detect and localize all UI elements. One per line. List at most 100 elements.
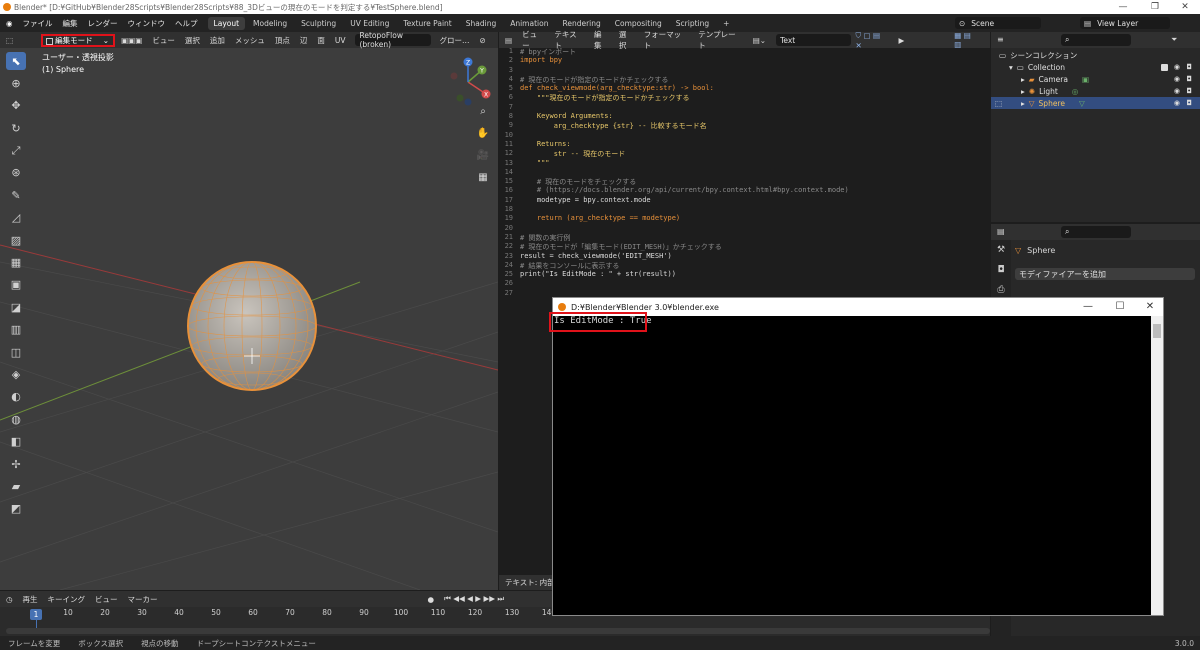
console-scrollbar[interactable] xyxy=(1151,316,1163,615)
viewport-menu-uv[interactable]: UV xyxy=(335,36,346,45)
outliner[interactable]: ≡ ⌕ ⏷ ▭ シーンコレクション ▾ ▭ Collection ◉ ◘ ▸ ▰… xyxy=(991,32,1200,222)
shear-tool-icon[interactable]: ▰ xyxy=(6,477,26,495)
select-box-tool-icon[interactable]: ⬉ xyxy=(6,52,26,70)
tool-tab-icon[interactable]: ⚒ xyxy=(991,240,1011,260)
viewport-menu-vertex[interactable]: 頂点 xyxy=(275,35,290,46)
add-cube-tool-icon[interactable]: ▨ xyxy=(6,231,26,249)
tab-animation[interactable]: Animation xyxy=(504,17,554,30)
code-area[interactable]: 1 # bpyインポート 2 import bpy 3 4 # 現在のモードが指定のモードか… xyxy=(499,47,990,298)
3d-viewport[interactable]: ⬚ 編集モード ⌄ ▣▣▣ ビュー 選択 追加 メッシュ 頂点 辺 面 UV R… xyxy=(0,32,498,590)
poly-build-tool-icon[interactable]: ◈ xyxy=(6,365,26,383)
timeline-menu-playback[interactable]: 再生 xyxy=(23,594,38,605)
editor-type-icon[interactable]: ⬚ xyxy=(6,36,13,45)
console-window[interactable]: D:¥Blender¥Blender 3.0¥blender.exe — ☐ ✕… xyxy=(549,297,1164,616)
viewport-menu-select[interactable]: 選択 xyxy=(185,35,200,46)
viewport-menu-view[interactable]: ビュー xyxy=(152,35,175,46)
visibility-eye-icon[interactable]: ◉ xyxy=(1174,99,1180,107)
viewport-menu-add[interactable]: 追加 xyxy=(210,35,225,46)
retopoflow-button[interactable]: RetopoFlow (broken) xyxy=(355,32,432,49)
render-camera-icon[interactable]: ◘ xyxy=(1186,99,1192,107)
extrude-tool-icon[interactable]: ▦ xyxy=(6,254,26,272)
zoom-icon[interactable]: ⌕ xyxy=(474,106,492,122)
menu-help[interactable]: ヘルプ xyxy=(175,18,198,29)
menu-render[interactable]: レンダー xyxy=(88,18,118,29)
close-button[interactable]: ✕ xyxy=(1170,0,1200,14)
viewport-menu-face[interactable]: 面 xyxy=(317,35,325,46)
add-modifier-dropdown[interactable]: モディファイアーを追加 xyxy=(1015,268,1195,280)
viewport-menu-edge[interactable]: 辺 xyxy=(300,35,308,46)
knife-tool-icon[interactable]: ◫ xyxy=(6,343,26,361)
tab-scripting[interactable]: Scripting xyxy=(670,17,715,30)
playback-controls-icons[interactable]: ⏮ ◀◀ ◀ ▶ ▶▶ ⏭ xyxy=(444,594,504,604)
outliner-scene-collection[interactable]: ▭ シーンコレクション xyxy=(991,49,1200,61)
blender-menu-icon[interactable]: ◉ xyxy=(6,19,13,28)
visibility-eye-icon[interactable]: ◉ xyxy=(1174,75,1180,83)
rotate-tool-icon[interactable]: ↻ xyxy=(6,119,26,137)
annotate-tool-icon[interactable]: ✎ xyxy=(6,186,26,204)
tab-texture-paint[interactable]: Texture Paint xyxy=(397,17,457,30)
properties-type-icon[interactable]: ▤ xyxy=(997,227,1005,236)
minimize-button[interactable]: — xyxy=(1108,0,1138,14)
text-editor-type-icon[interactable]: ▤ xyxy=(505,36,512,45)
perspective-grid-icon[interactable]: ▦ xyxy=(474,172,492,188)
properties-search-input[interactable]: ⌕ xyxy=(1061,226,1131,238)
sphere-mesh[interactable] xyxy=(184,258,320,394)
tab-sculpting[interactable]: Sculpting xyxy=(295,17,342,30)
mode-dropdown[interactable]: 編集モード ⌄ xyxy=(41,33,116,47)
visibility-eye-icon[interactable]: ◉ xyxy=(1174,63,1180,71)
transform-tool-icon[interactable]: ⊛ xyxy=(6,164,26,182)
pivot-icon[interactable]: ⊘ xyxy=(479,36,485,45)
tab-compositing[interactable]: Compositing xyxy=(609,17,668,30)
render-camera-icon[interactable]: ◘ xyxy=(1186,87,1192,95)
move-tool-icon[interactable]: ✥ xyxy=(6,97,26,115)
viewport-menu-mesh[interactable]: メッシュ xyxy=(235,35,265,46)
edge-slide-tool-icon[interactable]: ◧ xyxy=(6,433,26,451)
tab-layout[interactable]: Layout xyxy=(207,16,246,30)
render-camera-icon[interactable]: ◘ xyxy=(1186,63,1192,71)
scene-selector[interactable]: ⊙ Scene xyxy=(955,17,1041,29)
shrink-fatten-tool-icon[interactable]: ✢ xyxy=(6,455,26,473)
timeline-menu-keying[interactable]: キーイング xyxy=(48,594,86,605)
outliner-item-light[interactable]: ▸ ✺ Light ◎ ◉ ◘ xyxy=(991,85,1200,97)
run-script-icon[interactable]: ▶ xyxy=(898,36,904,45)
filter-icon[interactable]: ⏷ xyxy=(1171,35,1177,45)
view-layer-selector[interactable]: ▤ View Layer xyxy=(1080,17,1170,29)
pan-hand-icon[interactable]: ✋ xyxy=(474,128,492,144)
text-datablock-icon[interactable]: ▤⌄ xyxy=(753,36,766,45)
outliner-search-input[interactable]: ⌕ xyxy=(1061,34,1131,46)
record-icon[interactable]: ● xyxy=(428,595,435,604)
timeline-scrollbar[interactable] xyxy=(6,628,990,634)
measure-tool-icon[interactable]: ◿ xyxy=(6,209,26,227)
bevel-tool-icon[interactable]: ◪ xyxy=(6,298,26,316)
console-minimize-button[interactable]: — xyxy=(1073,298,1103,316)
outliner-item-sphere[interactable]: ⬚ ▸ ▽ Sphere ▽ ◉ ◘ xyxy=(991,97,1200,109)
menu-file[interactable]: ファイル xyxy=(23,18,53,29)
scale-tool-icon[interactable]: ⤢ xyxy=(6,142,26,160)
rip-tool-icon[interactable]: ◩ xyxy=(6,500,26,518)
outliner-collection[interactable]: ▾ ▭ Collection ◉ ◘ xyxy=(991,61,1200,73)
outliner-item-camera[interactable]: ▸ ▰ Camera ▣ ◉ ◘ xyxy=(991,73,1200,85)
spin-tool-icon[interactable]: ◐ xyxy=(6,388,26,406)
camera-view-icon[interactable]: 🎥 xyxy=(474,150,492,166)
inset-tool-icon[interactable]: ▣ xyxy=(6,276,26,294)
exclude-checkbox[interactable] xyxy=(1161,63,1168,71)
add-workspace-button[interactable]: + xyxy=(717,17,735,30)
menu-window[interactable]: ウィンドウ xyxy=(128,18,166,29)
render-tab-icon[interactable]: ◘ xyxy=(991,260,1011,280)
visibility-eye-icon[interactable]: ◉ xyxy=(1174,87,1180,95)
cursor-tool-icon[interactable]: ⊕ xyxy=(6,74,26,92)
tab-modeling[interactable]: Modeling xyxy=(247,17,293,30)
tab-rendering[interactable]: Rendering xyxy=(556,17,606,30)
tab-uv-editing[interactable]: UV Editing xyxy=(344,17,395,30)
console-maximize-button[interactable]: ☐ xyxy=(1105,298,1135,316)
timeline-type-icon[interactable]: ◷ xyxy=(6,595,13,604)
render-camera-icon[interactable]: ◘ xyxy=(1186,75,1192,83)
smooth-tool-icon[interactable]: ◍ xyxy=(6,410,26,428)
loop-cut-tool-icon[interactable]: ▥ xyxy=(6,321,26,339)
navigation-gizmo[interactable]: X Y Z xyxy=(440,54,496,110)
maximize-button[interactable]: ❐ xyxy=(1140,0,1170,14)
outliner-type-icon[interactable]: ≡ xyxy=(997,35,1004,44)
current-frame-indicator[interactable]: 1 xyxy=(30,609,42,620)
tab-shading[interactable]: Shading xyxy=(460,17,502,30)
timeline-menu-view[interactable]: ビュー xyxy=(95,594,118,605)
